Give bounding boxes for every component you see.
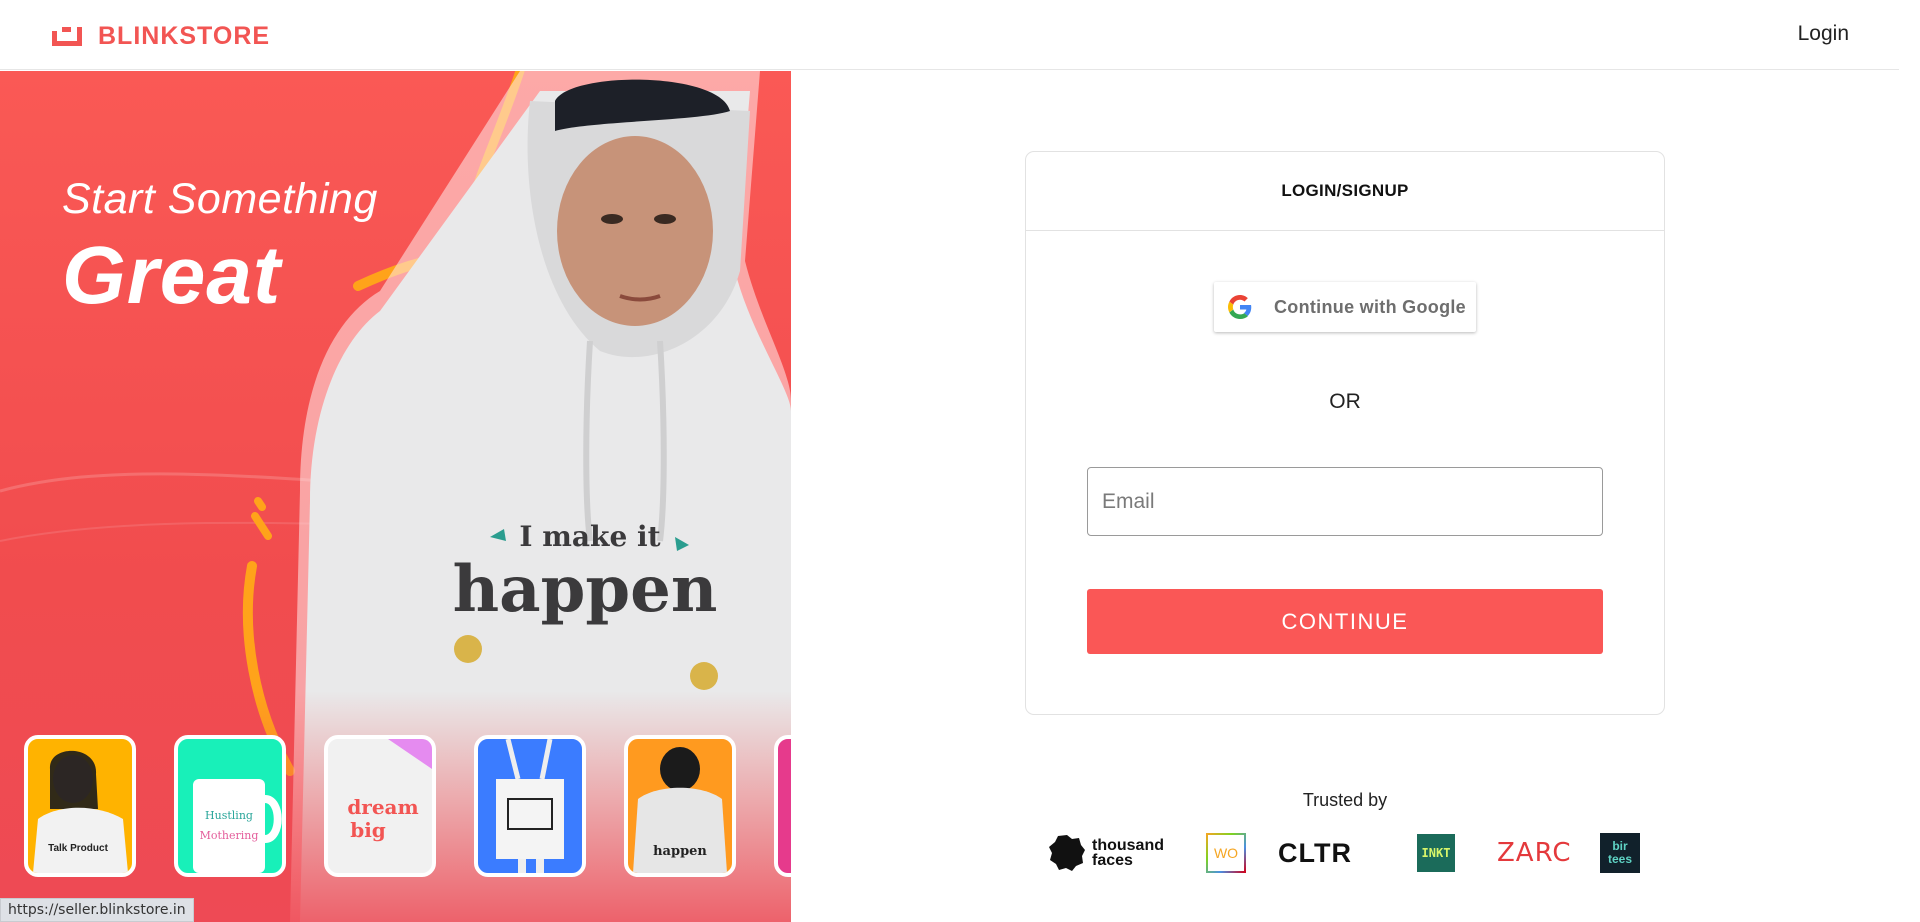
google-button-label: Continue with Google [1274, 296, 1466, 317]
wo-logo: WO [1206, 833, 1246, 873]
tote-bag-thumbnail-image [496, 739, 564, 873]
svg-text:happen: happen [653, 844, 707, 859]
hero-subtitle: Start Something [62, 175, 378, 223]
shirt-print-line2: happen [453, 552, 718, 627]
trusted-brands-row: thousand faces WO CLTR INKT ZARC bir tee… [1048, 830, 1648, 876]
card-title: LOGIN/SIGNUP [1026, 152, 1664, 231]
login-signup-card: LOGIN/SIGNUP Continue with Google OR CON… [1025, 151, 1665, 715]
product-thumbnails: Talk Product Hustling Mothering dream bi… [24, 735, 791, 883]
svg-text:dream: dream [347, 795, 418, 819]
google-icon [1228, 295, 1252, 319]
page-scrollbar[interactable] [1901, 0, 1920, 922]
svg-text:Mothering: Mothering [200, 829, 259, 842]
top-navbar: BLINKSTORE Login [0, 0, 1899, 70]
back-print-thumbnail-image: happen [633, 747, 727, 873]
thumbnail-partial[interactable] [774, 735, 791, 877]
shirt-print-line1: I make it [519, 520, 660, 553]
continue-with-google-button[interactable]: Continue with Google [1214, 282, 1476, 332]
thumbnail-sweatshirt[interactable]: Talk Product [24, 735, 136, 877]
svg-text:big: big [350, 818, 386, 842]
thousand-faces-line1: thousand [1092, 837, 1164, 854]
brand-thousand-faces: thousand faces [1048, 830, 1164, 876]
email-field[interactable] [1087, 467, 1603, 536]
inkt-logo: INKT [1417, 834, 1455, 872]
thumbnail-mug[interactable]: Hustling Mothering [174, 735, 286, 877]
hero-banner: I make it happen Start Something Great T… [0, 71, 791, 922]
mug-thumbnail-image: Hustling Mothering [193, 779, 282, 873]
blinkstore-logo-icon [52, 26, 82, 46]
thumbnail-back-print[interactable]: happen [624, 735, 736, 877]
brand-inkt: INKT [1417, 830, 1455, 876]
brand-name: BLINKSTORE [98, 22, 271, 50]
svg-text:Talk Product: Talk Product [48, 843, 108, 854]
continue-button[interactable]: CONTINUE [1087, 589, 1603, 654]
brand-logo[interactable]: BLINKSTORE [52, 22, 270, 51]
login-link[interactable]: Login [1798, 22, 1849, 46]
thumbnail-tote-bag[interactable] [474, 735, 586, 877]
thousand-faces-logo-icon [1049, 835, 1085, 871]
brand-bir-tees: bir tees [1600, 830, 1640, 876]
thumbnail-tshirt[interactable]: dream big [324, 735, 436, 877]
brand-cltr: CLTR [1278, 837, 1352, 868]
thousand-faces-line2: faces [1092, 852, 1133, 869]
or-divider: OR [1329, 390, 1361, 413]
sweatshirt-thumbnail-image: Talk Product [33, 750, 128, 873]
trusted-by-label: Trusted by [1302, 790, 1388, 810]
brand-wo: WO [1206, 830, 1246, 876]
bir-tees-line2: tees [1607, 852, 1633, 866]
svg-text:Hustling: Hustling [205, 809, 253, 822]
brand-zarc: ZARC [1497, 838, 1572, 868]
tshirt-thumbnail-image: dream big [347, 739, 432, 842]
hero-title: Great [62, 230, 282, 321]
status-bar-url: https://seller.blinkstore.in [0, 898, 194, 922]
